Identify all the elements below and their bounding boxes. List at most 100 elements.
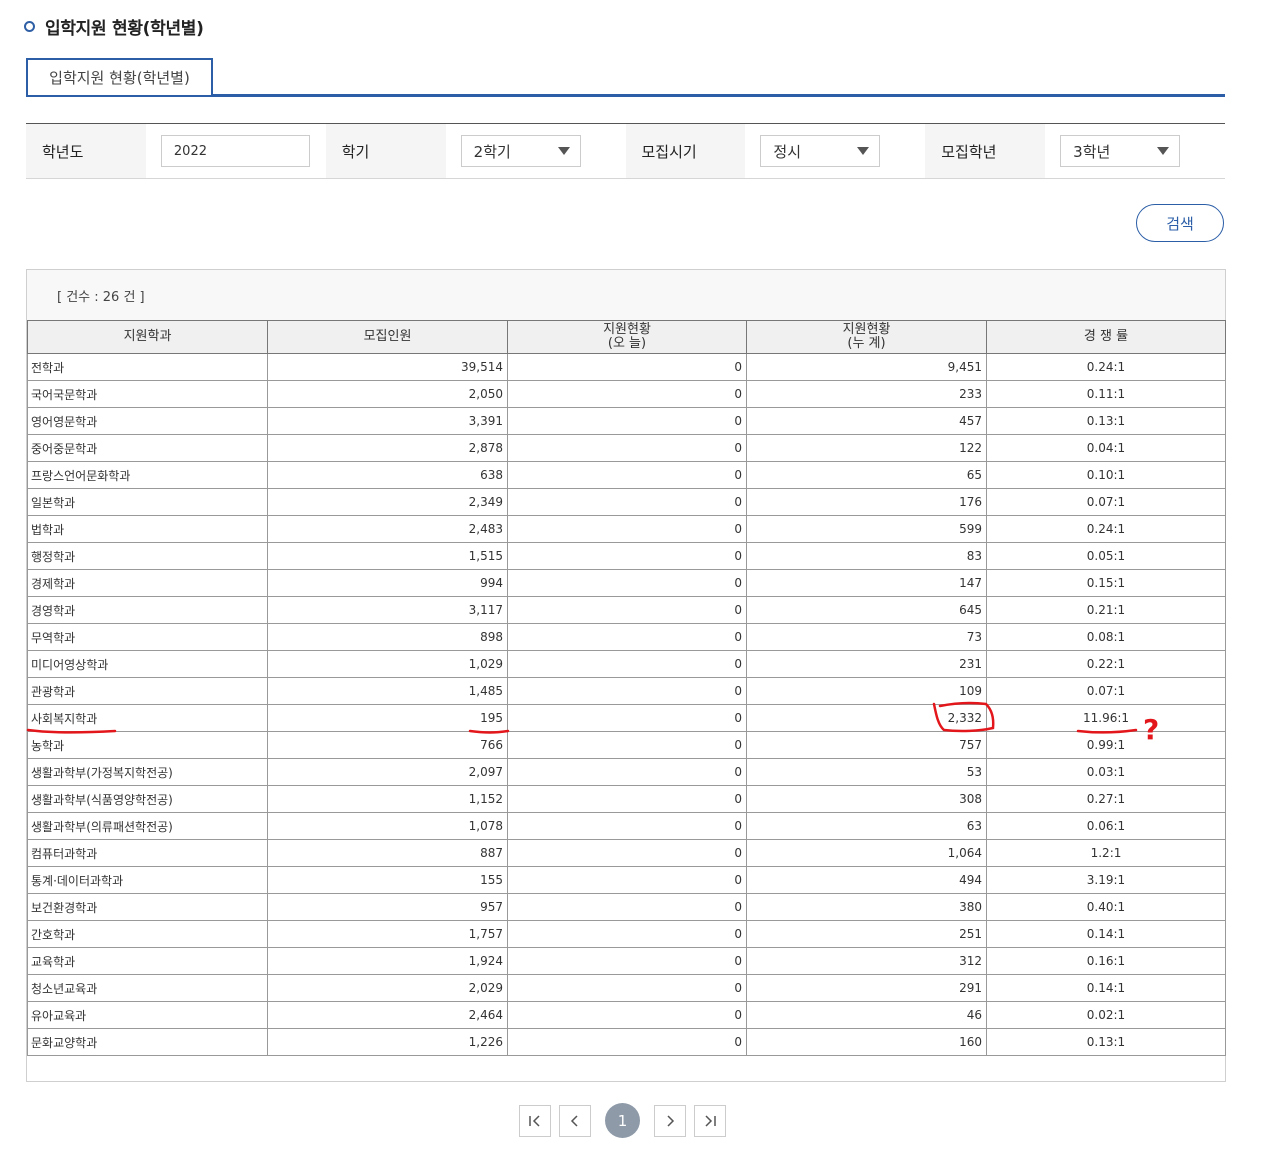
table-row: 영어영문학과 3,391 0 457 0.13:1 bbox=[27, 407, 1226, 435]
quota-cell: 195 bbox=[267, 704, 508, 732]
quota-cell: 1,924 bbox=[267, 947, 508, 975]
ratio-cell: 0.22:1 bbox=[986, 650, 1226, 678]
today-cell: 0 bbox=[507, 893, 747, 921]
table-row: 중어중문학과 2,878 0 122 0.04:1 bbox=[27, 434, 1226, 462]
dept-cell: 농학과 bbox=[27, 731, 268, 759]
total-cell: 122 bbox=[746, 434, 987, 462]
table-row: 무역학과 898 0 73 0.08:1 bbox=[27, 623, 1226, 651]
quota-cell: 994 bbox=[267, 569, 508, 597]
today-cell: 0 bbox=[507, 623, 747, 651]
chevron-down-icon bbox=[557, 147, 570, 155]
ratio-cell: 0.40:1 bbox=[986, 893, 1226, 921]
table-row: 전학과 39,514 0 9,451 0.24:1 bbox=[27, 353, 1226, 381]
total-cell: 53 bbox=[746, 758, 987, 786]
dept-cell: 사회복지학과 bbox=[27, 704, 268, 732]
page-current[interactable]: 1 bbox=[605, 1103, 640, 1138]
grade-cell: 3학년 bbox=[1045, 124, 1225, 178]
today-cell: 0 bbox=[507, 515, 747, 543]
result-count: [ 건수 : 26 건 ] bbox=[27, 270, 1225, 320]
dept-cell: 유아교육과 bbox=[27, 1001, 268, 1029]
ratio-cell: 3.19:1 bbox=[986, 866, 1226, 894]
title-bullet-icon bbox=[24, 21, 35, 32]
pagination: 1 bbox=[519, 1103, 734, 1138]
dept-cell: 교육학과 bbox=[27, 947, 268, 975]
dept-cell: 관광학과 bbox=[27, 677, 268, 705]
today-cell: 0 bbox=[507, 542, 747, 570]
first-page-button[interactable] bbox=[519, 1104, 551, 1137]
today-cell: 0 bbox=[507, 731, 747, 759]
period-label: 모집시기 bbox=[625, 124, 746, 178]
today-cell: 0 bbox=[507, 650, 747, 678]
ratio-cell: 0.24:1 bbox=[986, 515, 1226, 543]
total-cell: 380 bbox=[746, 893, 987, 921]
total-cell: 46 bbox=[746, 1001, 987, 1029]
dept-cell: 법학과 bbox=[27, 515, 268, 543]
today-cell: 0 bbox=[507, 1001, 747, 1029]
total-cell: 457 bbox=[746, 407, 987, 435]
column-header: 지원현황 (오 늘) bbox=[507, 320, 747, 354]
table-row: 컴퓨터과학과 887 0 1,064 1.2:1 bbox=[27, 839, 1226, 867]
period-cell: 정시 bbox=[745, 124, 925, 178]
ratio-cell: 0.04:1 bbox=[986, 434, 1226, 462]
ratio-cell: 0.10:1 bbox=[986, 461, 1226, 489]
ratio-cell: 0.03:1 bbox=[986, 758, 1226, 786]
tab-admission-status[interactable]: 입학지원 현황(학년별) bbox=[26, 58, 213, 95]
ratio-cell: 1.2:1 bbox=[986, 839, 1226, 867]
today-cell: 0 bbox=[507, 947, 747, 975]
total-cell: 312 bbox=[746, 947, 987, 975]
year-input[interactable]: 2022 bbox=[160, 135, 310, 167]
quota-cell: 887 bbox=[267, 839, 508, 867]
quota-cell: 898 bbox=[267, 623, 508, 651]
total-cell: 231 bbox=[746, 650, 987, 678]
ratio-cell: 0.07:1 bbox=[986, 677, 1226, 705]
total-cell: 308 bbox=[746, 785, 987, 813]
total-cell: 645 bbox=[746, 596, 987, 624]
period-select[interactable]: 정시 bbox=[760, 135, 881, 167]
quota-cell: 155 bbox=[267, 866, 508, 894]
today-cell: 0 bbox=[507, 488, 747, 516]
quota-cell: 2,464 bbox=[267, 1001, 508, 1029]
semester-cell: 2학기 bbox=[446, 124, 626, 178]
quota-cell: 1,226 bbox=[267, 1028, 508, 1056]
chevron-right-icon bbox=[667, 1114, 675, 1127]
total-cell: 109 bbox=[746, 677, 987, 705]
total-cell: 599 bbox=[746, 515, 987, 543]
ratio-cell: 0.14:1 bbox=[986, 974, 1226, 1002]
ratio-cell: 0.13:1 bbox=[986, 1028, 1226, 1056]
table-row: 보건환경학과 957 0 380 0.40:1 bbox=[27, 893, 1226, 921]
result-panel: [ 건수 : 26 건 ] 지원학과 모집인원 지원현황 (오 늘) 지원현황 (누 … bbox=[26, 269, 1226, 1082]
dept-cell: 일본학과 bbox=[27, 488, 268, 516]
quota-cell: 2,050 bbox=[267, 380, 508, 408]
today-cell: 0 bbox=[507, 866, 747, 894]
ratio-cell: 0.05:1 bbox=[986, 542, 1226, 570]
total-cell: 147 bbox=[746, 569, 987, 597]
grade-select[interactable]: 3학년 bbox=[1060, 135, 1181, 167]
column-header: 경 쟁 률 bbox=[986, 320, 1226, 354]
prev-page-button[interactable] bbox=[559, 1104, 591, 1137]
table-row: 미디어영상학과 1,029 0 231 0.22:1 bbox=[27, 650, 1226, 678]
table-row: 국어국문학과 2,050 0 233 0.11:1 bbox=[27, 380, 1226, 408]
column-header: 지원현황 (누 계) bbox=[746, 320, 987, 354]
ratio-cell: 0.07:1 bbox=[986, 488, 1226, 516]
today-cell: 0 bbox=[507, 785, 747, 813]
semester-select[interactable]: 2학기 bbox=[460, 135, 581, 167]
dept-cell: 전학과 bbox=[27, 353, 268, 381]
table-row: 교육학과 1,924 0 312 0.16:1 bbox=[27, 947, 1226, 975]
search-button[interactable]: 검색 bbox=[1136, 204, 1224, 242]
year-cell: 2022 bbox=[146, 124, 326, 178]
dept-cell: 간호학과 bbox=[27, 920, 268, 948]
dept-cell: 행정학과 bbox=[27, 542, 268, 570]
ratio-cell: 0.02:1 bbox=[986, 1001, 1226, 1029]
dept-cell: 중어중문학과 bbox=[27, 434, 268, 462]
table-row: 사회복지학과 195 0 2,332 11.96:1 bbox=[27, 704, 1226, 732]
dept-cell: 생활과학부(식품영양학전공) bbox=[27, 785, 268, 813]
last-page-button[interactable] bbox=[694, 1104, 726, 1137]
table-row: 법학과 2,483 0 599 0.24:1 bbox=[27, 515, 1226, 543]
table-row: 농학과 766 0 757 0.99:1 bbox=[27, 731, 1226, 759]
table-row: 청소년교육과 2,029 0 291 0.14:1 bbox=[27, 974, 1226, 1002]
dept-cell: 무역학과 bbox=[27, 623, 268, 651]
today-cell: 0 bbox=[507, 920, 747, 948]
table-row: 간호학과 1,757 0 251 0.14:1 bbox=[27, 920, 1226, 948]
dept-cell: 문화교양학과 bbox=[27, 1028, 268, 1056]
next-page-button[interactable] bbox=[654, 1104, 686, 1137]
